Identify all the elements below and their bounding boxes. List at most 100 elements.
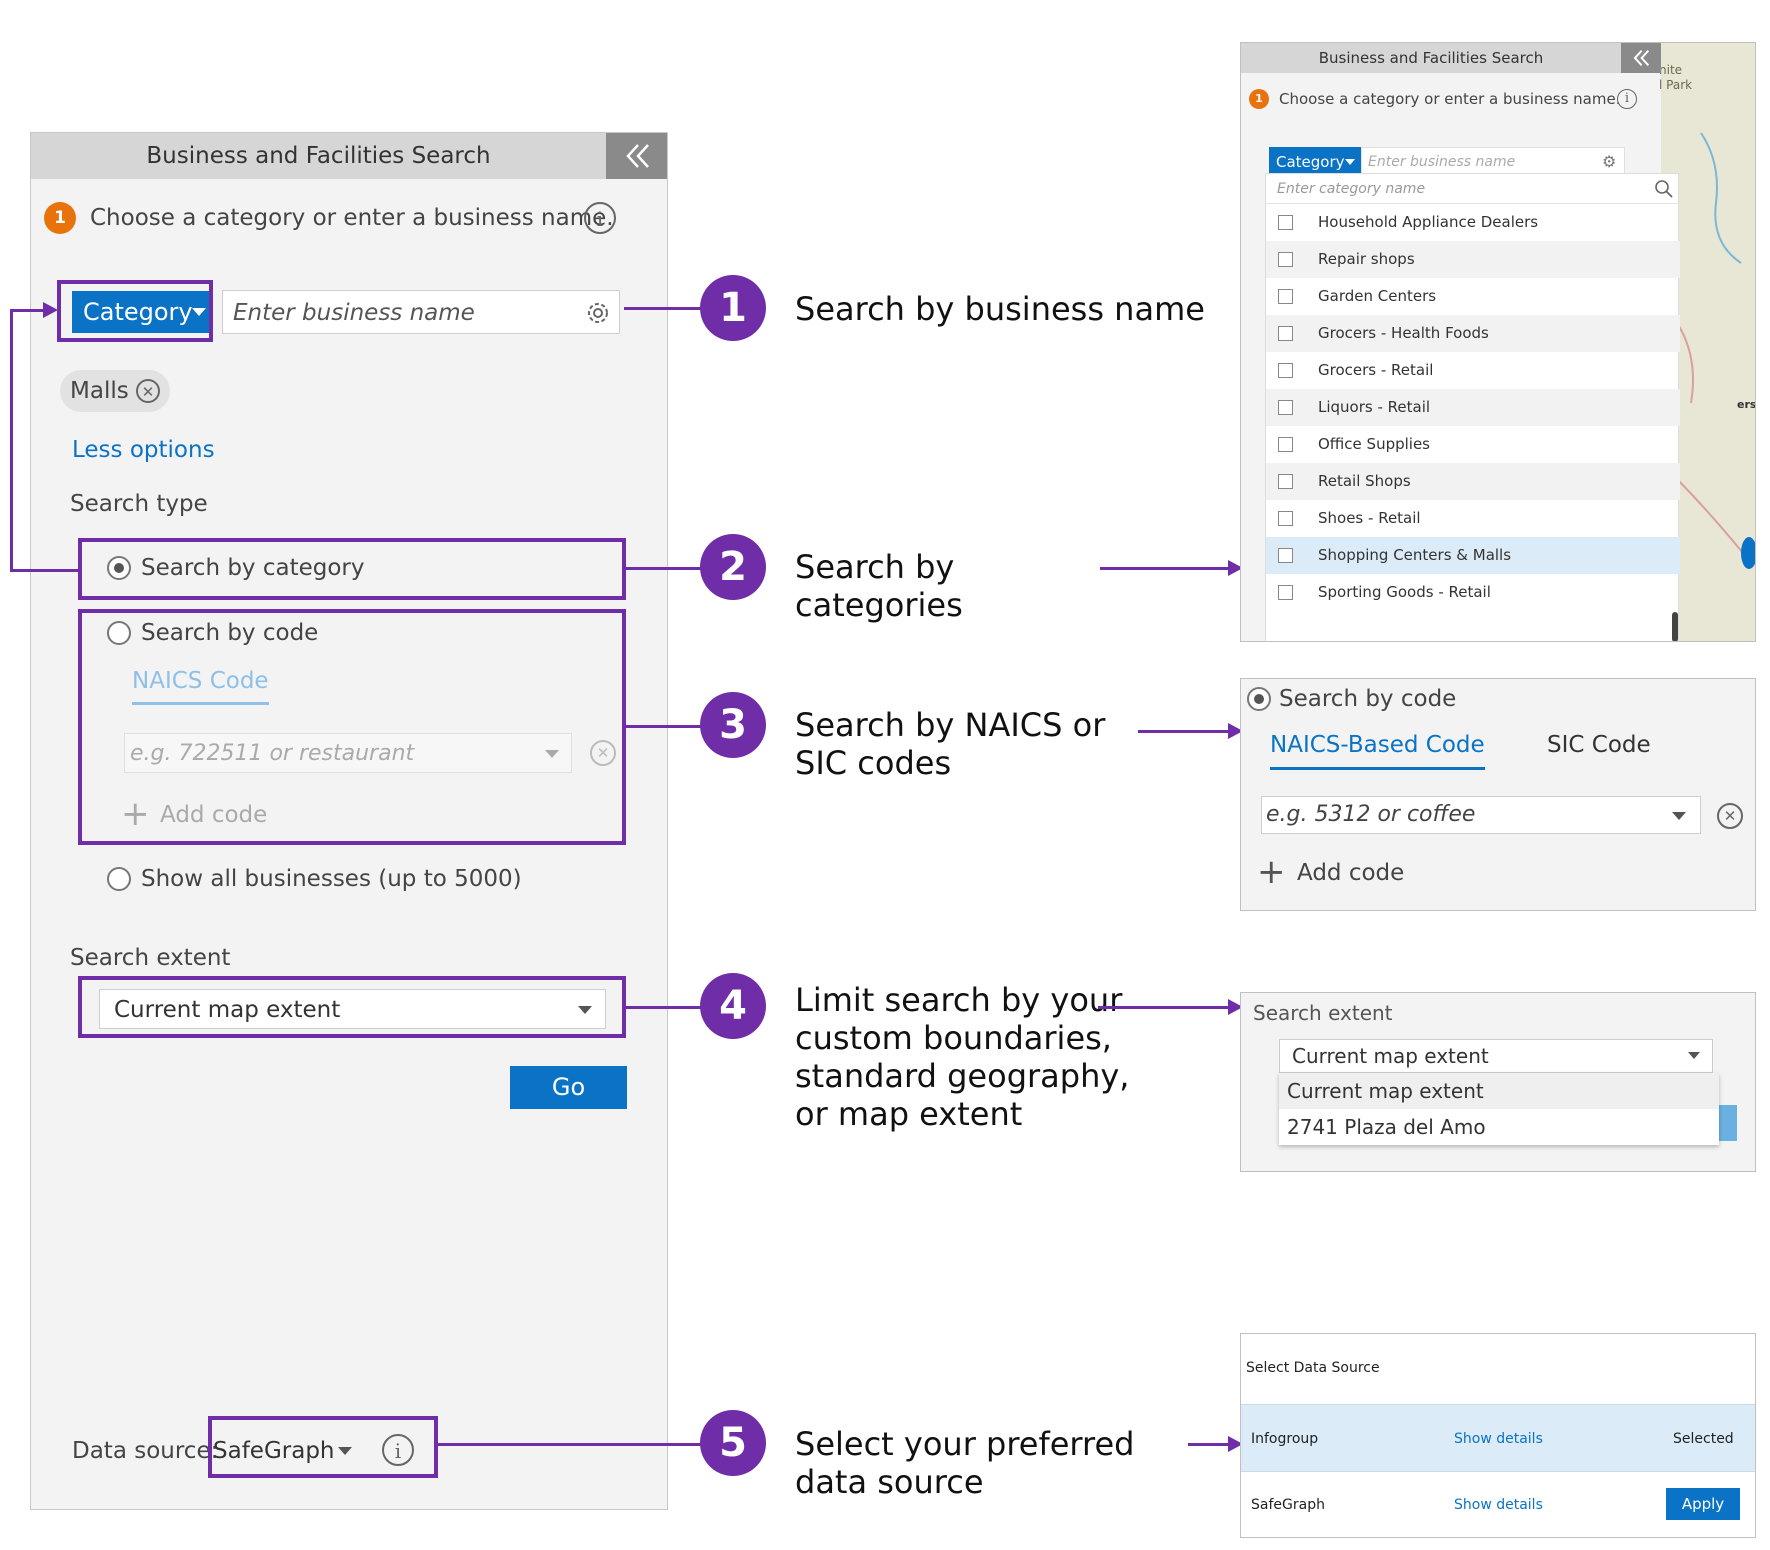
extent-scroll-indicator (1719, 1105, 1737, 1141)
highlight-search-by-code (78, 609, 626, 845)
chip-label: Malls (70, 378, 129, 404)
show-details-link[interactable]: Show details (1454, 1472, 1543, 1538)
bracket-connector (10, 309, 13, 572)
code-placeholder: e.g. 5312 or coffee (1266, 802, 1476, 827)
code-input[interactable]: e.g. 5312 or coffee (1261, 796, 1701, 834)
checkbox[interactable] (1278, 215, 1293, 230)
search-icon[interactable] (1654, 179, 1674, 199)
list-item[interactable]: Garden Centers (1266, 278, 1680, 315)
show-details-link[interactable]: Show details (1454, 1405, 1543, 1473)
go-button[interactable]: Go (510, 1066, 627, 1109)
step-badge: 1 (44, 202, 76, 234)
collapse-panel-button[interactable] (1621, 43, 1661, 73)
list-item[interactable]: Office Supplies (1266, 426, 1680, 463)
bracket-connector-top (10, 309, 45, 312)
info-icon[interactable]: i (1617, 89, 1637, 109)
list-item-label: Garden Centers (1318, 287, 1437, 305)
caret-down-icon (1345, 159, 1355, 165)
clear-code-icon[interactable]: ✕ (1717, 803, 1743, 829)
less-options-link[interactable]: Less options (72, 432, 215, 468)
scrollbar[interactable] (1672, 612, 1678, 641)
list-item-label: Grocers - Retail (1318, 361, 1434, 379)
connector-arrow (1138, 730, 1230, 733)
extent-options-list: Current map extent 2741 Plaza del Amo (1279, 1073, 1719, 1145)
extent-value: Current map extent (1292, 1044, 1489, 1068)
search-extent-label: Search extent (1253, 1001, 1393, 1025)
step-circle-1: 1 (700, 275, 766, 341)
highlight-search-extent (78, 976, 626, 1038)
checkbox[interactable] (1278, 252, 1293, 267)
extent-option[interactable]: Current map extent (1279, 1073, 1719, 1109)
step-circle-5: 5 (700, 1410, 766, 1476)
list-item-label: Sporting Goods - Retail (1318, 583, 1491, 601)
radio-search-by-code[interactable] (1247, 687, 1271, 711)
list-item[interactable]: Repair shops (1266, 241, 1680, 278)
naics-tab[interactable]: NAICS-Based Code (1270, 727, 1485, 770)
step-circle-4: 4 (700, 973, 766, 1039)
source-name: Infogroup (1251, 1431, 1319, 1447)
panel-title: Business and Facilities Search (1318, 49, 1544, 67)
step-circle-3: 3 (700, 692, 766, 758)
table-row[interactable]: Infogroup Show details Selected (1241, 1404, 1755, 1472)
step-text-4: Limit search by your custom boundaries, … (795, 981, 1130, 1133)
gear-icon[interactable] (584, 299, 612, 327)
list-item[interactable]: Retail Shops (1266, 463, 1680, 500)
list-item[interactable]: Shoes - Retail (1266, 500, 1680, 537)
list-item[interactable]: Shopping Centers & Malls (1266, 537, 1680, 574)
step-text-2: Search by categories (795, 548, 963, 624)
list-item[interactable]: Household Appliance Dealers (1266, 204, 1680, 241)
add-code-button[interactable]: Add code (1297, 855, 1404, 891)
search-by-code-label: Search by code (1279, 686, 1457, 712)
table-row[interactable]: SafeGraph Show details Apply (1241, 1472, 1755, 1538)
extent-select[interactable]: Current map extent (1279, 1039, 1713, 1073)
data-source-title: Select Data Source (1246, 1360, 1380, 1376)
step-text-5: Select your preferred data source (795, 1425, 1135, 1501)
checkbox[interactable] (1278, 511, 1293, 526)
list-item[interactable]: Grocers - Health Foods (1266, 315, 1680, 352)
gear-icon[interactable]: ⚙ (1602, 152, 1616, 171)
checkbox[interactable] (1278, 363, 1293, 378)
code-screenshot: Search by code NAICS-Based Code SIC Code… (1240, 678, 1756, 911)
apply-button[interactable]: Apply (1666, 1488, 1740, 1520)
category-search-placeholder: Enter category name (1277, 181, 1426, 197)
instruction-text: Choose a category or enter a business na… (1279, 90, 1621, 108)
sic-tab[interactable]: SIC Code (1547, 727, 1651, 763)
step-text-3: Search by NAICS or SIC codes (795, 706, 1106, 782)
list-item-label: Grocers - Health Foods (1318, 324, 1489, 342)
connector-line (624, 307, 704, 310)
connector-arrow (1188, 1443, 1230, 1446)
business-name-input[interactable]: Enter business name (222, 290, 620, 334)
list-item-label: Shoes - Retail (1318, 509, 1421, 527)
instruction-text: Choose a category or enter a business na… (90, 205, 614, 231)
checkbox[interactable] (1278, 400, 1293, 415)
highlight-search-by-category (78, 538, 626, 600)
data-source-label: Data source: (72, 1438, 219, 1464)
search-type-label: Search type (70, 491, 208, 517)
connector-line (626, 1006, 704, 1009)
checkbox[interactable] (1278, 437, 1293, 452)
list-item-label: Liquors - Retail (1318, 398, 1431, 416)
data-source-screenshot: Select Data Source Infogroup Show detail… (1240, 1333, 1756, 1538)
info-icon[interactable]: i (584, 202, 616, 234)
checkbox[interactable] (1278, 326, 1293, 341)
category-search-input[interactable]: Enter category name (1266, 174, 1680, 204)
category-dropdown-list: Enter category name Household Appliance … (1265, 173, 1680, 641)
collapse-panel-button[interactable] (606, 133, 667, 179)
remove-chip-icon[interactable]: ✕ (136, 379, 160, 403)
extent-option[interactable]: 2741 Plaza del Amo (1279, 1109, 1719, 1145)
step-circle-2: 2 (700, 534, 766, 600)
business-name-placeholder: Enter business name (233, 300, 475, 326)
search-extent-label: Search extent (70, 945, 231, 971)
radio-show-all[interactable] (107, 867, 131, 891)
list-item[interactable]: Liquors - Retail (1266, 389, 1680, 426)
checkbox[interactable] (1278, 548, 1293, 563)
panel-title: Business and Facilities Search (146, 143, 491, 169)
checkbox[interactable] (1278, 474, 1293, 489)
category-chip[interactable]: Malls ✕ (60, 370, 170, 412)
list-item[interactable]: Sporting Goods - Retail (1266, 574, 1680, 611)
connector-arrow (1098, 1006, 1230, 1009)
checkbox[interactable] (1278, 289, 1293, 304)
selected-status: Selected (1673, 1431, 1734, 1447)
checkbox[interactable] (1278, 585, 1293, 600)
list-item[interactable]: Grocers - Retail (1266, 352, 1680, 389)
